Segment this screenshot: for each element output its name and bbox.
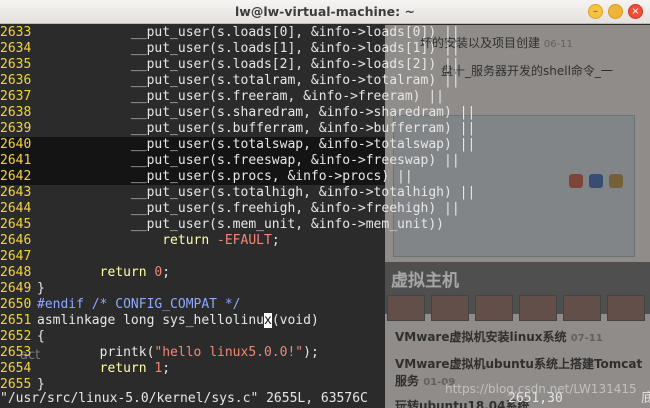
code-line[interactable]: 2636 __put_user(s.totalram, &info->total… bbox=[0, 73, 460, 89]
code-token: __put_user(s.freeswap, &info->freeswap) … bbox=[37, 153, 460, 168]
code-line[interactable]: 2646 return -EFAULT; bbox=[0, 233, 385, 249]
line-number: 2640 bbox=[0, 137, 32, 152]
code-token: #endif /* CONFIG_COMPAT */ bbox=[37, 297, 241, 312]
code-line[interactable]: 2633 __put_user(s.loads[0], &info->loads… bbox=[0, 25, 460, 41]
code-token: asmlinkage long sys_hellolinu bbox=[37, 313, 264, 328]
code-line[interactable]: 2644 __put_user(s.freehigh, &info->freeh… bbox=[0, 201, 460, 217]
line-number: 2644 bbox=[0, 201, 32, 216]
code-line[interactable]: 2637 __put_user(s.freeram, &info->freera… bbox=[0, 89, 444, 105]
code-token: __put_user(s.loads[2], &info->loads[2]) … bbox=[37, 57, 460, 72]
code-token: printk( bbox=[37, 345, 155, 360]
code-line[interactable]: 2651 asmlinkage long sys_hellolinux(void) bbox=[0, 313, 385, 329]
code-token: return bbox=[37, 233, 218, 248]
code-line[interactable]: 2649} bbox=[0, 281, 385, 297]
code-token: __put_user(s.totalram, &info->totalram) … bbox=[37, 73, 460, 88]
code-token: { bbox=[37, 329, 45, 344]
minimize-button[interactable]: – bbox=[588, 4, 603, 19]
line-number: 2654 bbox=[0, 361, 32, 376]
code-line[interactable]: 2648 return 0; bbox=[0, 265, 385, 281]
text-cursor: x bbox=[263, 313, 272, 328]
code-line[interactable]: 2638 __put_user(s.sharedram, &info->shar… bbox=[0, 105, 475, 121]
code-token: __put_user(s.bufferram, &info->bufferram… bbox=[37, 121, 476, 136]
code-line[interactable]: 2642 __put_user(s.procs, &info->procs) |… bbox=[0, 169, 413, 185]
line-number: 2638 bbox=[0, 105, 32, 120]
line-number: 2646 bbox=[0, 233, 32, 248]
line-number: 2642 bbox=[0, 169, 32, 184]
code-token: ; bbox=[271, 233, 280, 248]
vim-editor[interactable]: 2633 __put_user(s.loads[0], &info->loads… bbox=[0, 25, 650, 395]
line-number: 2637 bbox=[0, 89, 32, 104]
line-number: 2653 bbox=[0, 345, 32, 360]
code-token: ; bbox=[162, 265, 171, 280]
code-token: __put_user(s.freeram, &info->freeram) || bbox=[37, 89, 444, 104]
code-line[interactable]: 2640 __put_user(s.totalswap, &info->tota… bbox=[0, 137, 475, 153]
code-token: __put_user(s.procs, &info->procs) || bbox=[37, 169, 413, 184]
line-number: 2635 bbox=[0, 57, 32, 72]
line-number: 2647 bbox=[0, 249, 32, 264]
code-line[interactable]: 2653 printk("hello linux5.0.0!"); bbox=[0, 345, 385, 361]
code-token: } bbox=[37, 281, 45, 296]
code-line[interactable]: 2652 { bbox=[0, 329, 385, 345]
code-token: return bbox=[37, 265, 155, 280]
code-token: __put_user(s.mem_unit, &info->mem_unit)) bbox=[37, 217, 444, 232]
line-number: 2633 bbox=[0, 25, 32, 40]
line-number: 2648 bbox=[0, 265, 32, 280]
code-line[interactable]: 2645 __put_user(s.mem_unit, &info->mem_u… bbox=[0, 217, 444, 233]
line-number: 2649 bbox=[0, 281, 32, 296]
line-number: 2639 bbox=[0, 121, 32, 136]
code-token: __put_user(s.totalhigh, &info->totalhigh… bbox=[37, 185, 476, 200]
code-token: __put_user(s.freehigh, &info->freehigh) … bbox=[37, 201, 460, 216]
window-title: lw@lw-virtual-machine: ~ bbox=[235, 4, 415, 19]
maximize-button[interactable] bbox=[608, 4, 623, 19]
code-token: __put_user(s.totalswap, &info->totalswap… bbox=[37, 137, 476, 152]
close-button[interactable]: × bbox=[628, 4, 643, 19]
code-line[interactable]: 2643 __put_user(s.totalhigh, &info->tota… bbox=[0, 185, 475, 201]
vim-status-line: "/usr/src/linux-5.0/kernel/sys.c" 2655L,… bbox=[0, 391, 368, 406]
line-number: 2650 bbox=[0, 297, 32, 312]
code-line[interactable]: 2634 __put_user(s.loads[1], &info->loads… bbox=[0, 41, 460, 57]
code-line[interactable]: 2635 __put_user(s.loads[2], &info->loads… bbox=[0, 57, 460, 73]
code-line[interactable]: 2654 return 1; bbox=[0, 361, 385, 377]
terminal-window: lw@lw-virtual-machine: ~ – × 坏的安装以及项目创建 … bbox=[0, 0, 650, 408]
code-token: ; bbox=[162, 361, 171, 376]
code-line[interactable]: 2639 __put_user(s.bufferram, &info->buff… bbox=[0, 121, 475, 137]
title-bar[interactable]: lw@lw-virtual-machine: ~ – × bbox=[0, 0, 650, 24]
code-line[interactable]: 2650 #endif /* CONFIG_COMPAT */ bbox=[0, 297, 385, 313]
code-token: __put_user(s.sharedram, &info->sharedram… bbox=[37, 105, 476, 120]
line-number: 2645 bbox=[0, 217, 32, 232]
line-number: 2643 bbox=[0, 185, 32, 200]
line-number: 2652 bbox=[0, 329, 32, 344]
code-token: __put_user(s.loads[0], &info->loads[0]) … bbox=[37, 25, 460, 40]
line-number: 2651 bbox=[0, 313, 32, 328]
line-number: 2634 bbox=[0, 41, 32, 56]
code-line[interactable]: 2647 bbox=[0, 249, 385, 265]
code-token: return bbox=[37, 361, 155, 376]
watermark: https://blog.csdn.net/LW131415 bbox=[445, 382, 637, 396]
code-token: -EFAULT bbox=[217, 233, 272, 248]
line-number: 2641 bbox=[0, 153, 32, 168]
code-token: ); bbox=[303, 345, 319, 360]
code-line[interactable]: 2641 __put_user(s.freeswap, &info->frees… bbox=[0, 153, 460, 169]
line-number: 2636 bbox=[0, 73, 32, 88]
code-token: __put_user(s.loads[1], &info->loads[1]) … bbox=[37, 41, 460, 56]
code-token: "hello linux5.0.0!" bbox=[154, 345, 304, 360]
code-token: (void) bbox=[271, 313, 319, 328]
